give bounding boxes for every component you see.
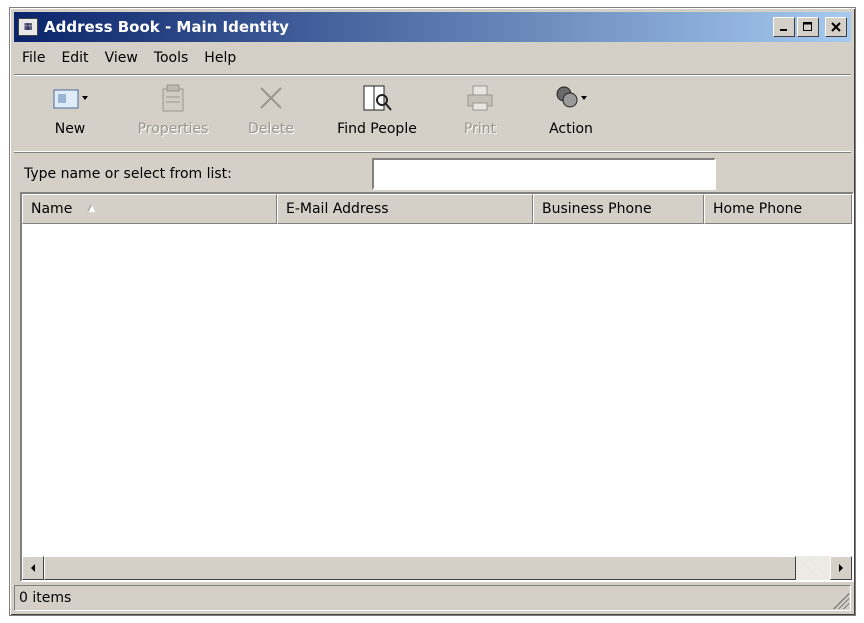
action-button[interactable]: Action bbox=[524, 81, 618, 145]
search-row: Type name or select from list: bbox=[20, 156, 855, 196]
list-header: Name ▲ E-Mail Address Business Phone Hom… bbox=[22, 194, 852, 224]
delete-button[interactable]: Delete bbox=[224, 81, 318, 145]
close-icon bbox=[831, 22, 841, 32]
column-label-business-phone: Business Phone bbox=[542, 201, 652, 217]
scroll-left-button[interactable] bbox=[22, 556, 44, 580]
address-book-window: ▦ Address Book - Main Identity File Edit… bbox=[9, 7, 856, 616]
action-icon bbox=[556, 86, 587, 108]
properties-icon bbox=[162, 84, 184, 112]
horizontal-scrollbar[interactable] bbox=[22, 556, 852, 580]
maximize-button[interactable] bbox=[797, 17, 819, 37]
arrow-left-icon bbox=[31, 564, 35, 572]
column-header-business-phone[interactable]: Business Phone bbox=[533, 194, 704, 224]
menu-view[interactable]: View bbox=[97, 50, 146, 66]
column-header-email[interactable]: E-Mail Address bbox=[277, 194, 533, 224]
minimize-button[interactable] bbox=[773, 17, 795, 37]
column-header-home-phone[interactable]: Home Phone bbox=[704, 194, 852, 224]
print-button[interactable]: Print bbox=[436, 81, 524, 145]
arrow-right-icon bbox=[839, 564, 843, 572]
resize-grip-icon[interactable] bbox=[833, 593, 849, 609]
action-label: Action bbox=[549, 121, 593, 137]
contact-list[interactable]: Name ▲ E-Mail Address Business Phone Hom… bbox=[20, 192, 854, 582]
menu-bar: File Edit View Tools Help bbox=[14, 46, 244, 70]
column-label-name: Name bbox=[31, 201, 73, 217]
properties-button[interactable]: Properties bbox=[122, 81, 224, 145]
scroll-right-button[interactable] bbox=[830, 556, 852, 580]
column-header-name[interactable]: Name ▲ bbox=[22, 194, 277, 224]
address-book-icon: ▦ bbox=[18, 18, 38, 36]
title-buttons bbox=[773, 17, 847, 37]
menu-file[interactable]: File bbox=[14, 50, 53, 66]
sort-ascending-icon: ▲ bbox=[88, 204, 96, 214]
status-pane: 0 items bbox=[14, 585, 851, 611]
scroll-track[interactable] bbox=[796, 556, 830, 580]
status-text: 0 items bbox=[19, 590, 72, 606]
search-input[interactable] bbox=[372, 158, 716, 190]
status-bar: 0 items bbox=[14, 585, 851, 611]
find-people-icon bbox=[363, 85, 392, 111]
minimize-icon bbox=[780, 29, 787, 31]
menu-edit[interactable]: Edit bbox=[53, 50, 96, 66]
maximize-icon bbox=[803, 22, 812, 31]
toolbar: New Properties Delete Find People Print … bbox=[14, 74, 851, 152]
find-people-button[interactable]: Find People bbox=[318, 81, 436, 145]
find-people-label: Find People bbox=[337, 121, 417, 137]
new-label: New bbox=[54, 121, 86, 137]
search-label: Type name or select from list: bbox=[24, 166, 232, 182]
properties-label: Properties bbox=[137, 121, 209, 137]
column-label-email: E-Mail Address bbox=[286, 201, 389, 217]
print-label: Print bbox=[463, 121, 497, 137]
menu-help[interactable]: Help bbox=[196, 50, 244, 66]
delete-icon bbox=[260, 87, 282, 109]
scroll-thumb[interactable] bbox=[44, 556, 796, 580]
window-title: Address Book - Main Identity bbox=[44, 18, 289, 36]
column-label-home-phone: Home Phone bbox=[713, 201, 803, 217]
print-icon bbox=[467, 85, 493, 111]
menu-tools[interactable]: Tools bbox=[146, 50, 197, 66]
close-button[interactable] bbox=[825, 17, 847, 37]
delete-label: Delete bbox=[248, 121, 294, 137]
title-bar[interactable]: ▦ Address Book - Main Identity bbox=[14, 12, 851, 42]
new-contact-icon bbox=[53, 89, 88, 109]
new-button[interactable]: New bbox=[18, 81, 122, 145]
